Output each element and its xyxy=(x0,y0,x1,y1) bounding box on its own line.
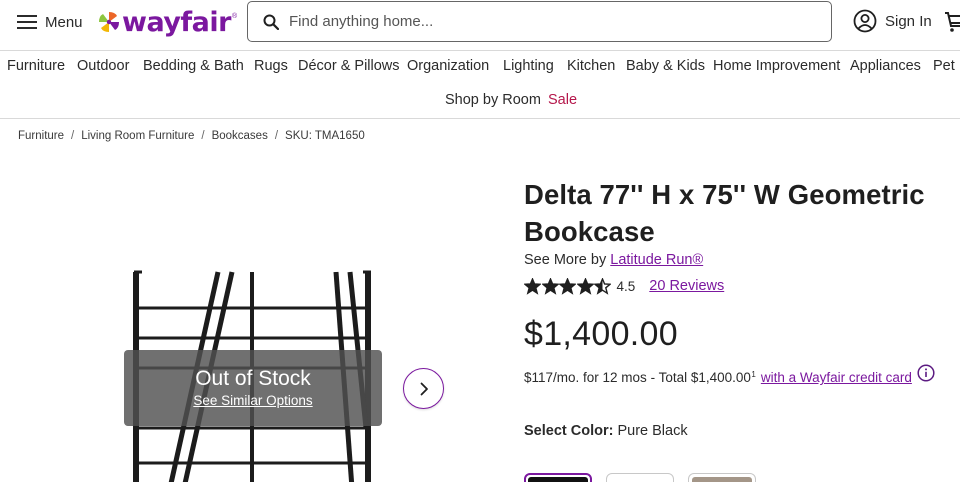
rating-row: 4.5 20 Reviews xyxy=(524,277,954,295)
financing-offer: $117/mo. for 12 mos - Total $1,400.00 1 w… xyxy=(524,364,954,385)
financing-footnote: 1 xyxy=(751,370,756,379)
breadcrumb-living-room-furniture[interactable]: Living Room Furniture xyxy=(81,130,194,142)
breadcrumb-separator: / xyxy=(201,130,205,142)
nav-item-bedding-bath[interactable]: Bedding & Bath xyxy=(143,58,244,74)
nav-item-decor-pillows[interactable]: Décor & Pillows xyxy=(298,58,400,74)
info-icon[interactable] xyxy=(917,364,935,382)
nav-item-outdoor[interactable]: Outdoor xyxy=(77,58,129,74)
sign-in-button[interactable]: Sign In xyxy=(853,9,932,33)
color-swatches xyxy=(524,473,770,482)
cart-button[interactable] xyxy=(944,10,960,34)
breadcrumb-separator: / xyxy=(274,130,279,142)
star-icon xyxy=(541,277,559,295)
product-title: Delta 77'' H x 75'' W Geometric Bookcase xyxy=(524,179,925,247)
nav-item-shop-by-room[interactable]: Shop by Room xyxy=(445,92,541,108)
breadcrumb-furniture[interactable]: Furniture xyxy=(18,130,64,142)
search-input[interactable] xyxy=(289,13,809,30)
nav-item-rugs[interactable]: Rugs xyxy=(254,58,288,74)
nav-item-pet[interactable]: Pet xyxy=(933,58,955,74)
product-price: $1,400.00 xyxy=(524,315,678,353)
menu-label: Menu xyxy=(45,13,83,31)
next-image-button[interactable] xyxy=(403,368,444,409)
see-more-by: See More by Latitude Run® xyxy=(524,252,954,268)
see-more-prefix: See More by xyxy=(524,252,607,268)
star-icon xyxy=(594,277,611,295)
nav-item-home-improvement[interactable]: Home Improvement xyxy=(713,58,840,74)
nav-item-sale[interactable]: Sale xyxy=(548,92,577,108)
sign-in-label: Sign In xyxy=(885,12,932,30)
nav-item-baby-kids[interactable]: Baby & Kids xyxy=(626,58,705,74)
nav-item-lighting[interactable]: Lighting xyxy=(503,58,554,74)
nav-item-kitchen[interactable]: Kitchen xyxy=(567,58,615,74)
search-bar[interactable] xyxy=(247,1,832,42)
rating-value: 4.5 xyxy=(616,278,636,294)
star-rating[interactable] xyxy=(524,277,612,295)
nav-item-appliances[interactable]: Appliances xyxy=(850,58,921,74)
see-similar-options-link[interactable]: See Similar Options xyxy=(124,393,382,408)
logo-trademark: ® xyxy=(231,13,238,20)
product-gallery: Out of Stock See Similar Options xyxy=(0,150,500,482)
hamburger-icon xyxy=(17,15,37,29)
reviews-link[interactable]: 20 Reviews xyxy=(649,278,724,294)
brand-link[interactable]: Latitude Run® xyxy=(610,252,703,268)
account-icon xyxy=(853,9,877,33)
star-icon xyxy=(559,277,576,295)
nav-item-organization[interactable]: Organization xyxy=(407,58,489,74)
wayfair-logo[interactable]: wayfair ® xyxy=(97,6,237,38)
breadcrumb-sku: SKU: TMA1650 xyxy=(285,130,365,142)
nav-divider xyxy=(0,118,960,119)
swatch-pure-black[interactable] xyxy=(524,473,592,482)
nav-item-furniture[interactable]: Furniture xyxy=(7,58,65,74)
financing-text: $117/mo. for 12 mos - Total $1,400.00 xyxy=(524,370,751,385)
star-icon xyxy=(576,277,594,295)
out-of-stock-overlay: Out of Stock See Similar Options xyxy=(124,350,382,426)
swatch-white[interactable] xyxy=(606,473,674,482)
breadcrumb-separator: / xyxy=(71,130,75,142)
search-icon xyxy=(263,14,279,30)
select-color: Select Color: Pure Black xyxy=(524,423,954,439)
product-info: Delta 77'' H x 75'' W Geometric Bookcase… xyxy=(524,176,954,482)
out-of-stock-label: Out of Stock xyxy=(195,367,311,390)
cart-icon xyxy=(945,12,960,32)
logo-wordmark: wayfair xyxy=(122,6,231,38)
select-color-label: Select Color: xyxy=(524,423,614,439)
pinwheel-logo-icon xyxy=(99,12,119,32)
breadcrumb-bookcases[interactable]: Bookcases xyxy=(212,130,268,142)
site-header: Menu wayfair ® Sign In xyxy=(0,0,960,44)
chevron-right-icon xyxy=(420,382,428,395)
swatch-grey[interactable] xyxy=(688,473,756,482)
credit-card-link[interactable]: with a Wayfair credit card xyxy=(761,370,912,385)
header-divider xyxy=(0,50,960,51)
menu-button[interactable]: Menu xyxy=(17,10,83,34)
breadcrumb: Furniture / Living Room Furniture / Book… xyxy=(18,130,365,142)
selected-color-value: Pure Black xyxy=(617,423,688,439)
star-icon xyxy=(524,277,541,295)
